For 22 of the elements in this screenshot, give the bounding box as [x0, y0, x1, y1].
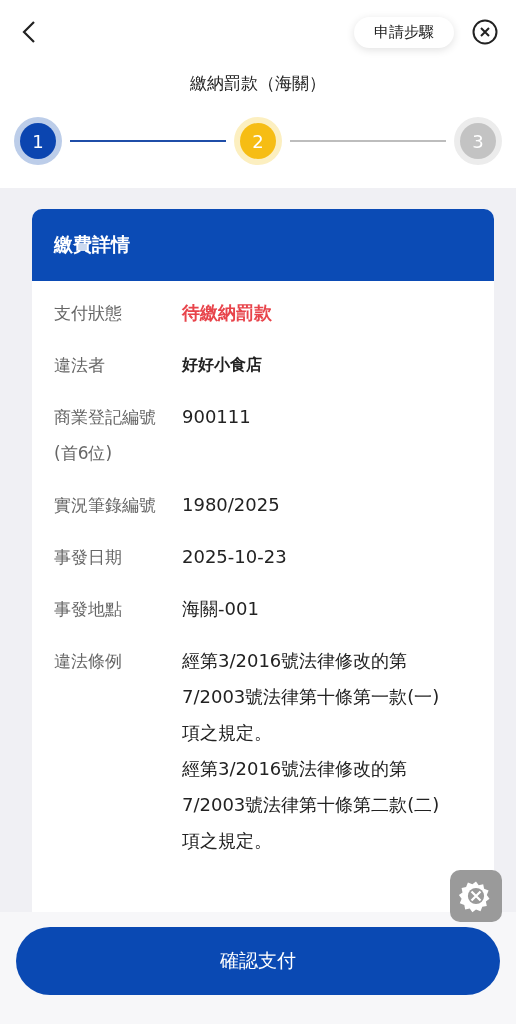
field-value: 待繳納罰款: [182, 301, 273, 325]
field-label: 事發地點: [54, 598, 123, 621]
field-label: 違法條例: [54, 650, 123, 673]
field-value: 好好小食店: [182, 354, 263, 376]
field-label: 商業登記編號(首6位): [54, 406, 157, 465]
field-value: 海關-001: [182, 597, 260, 621]
field-value: 1980/2025: [182, 493, 281, 517]
field-label: 支付狀態: [54, 302, 123, 325]
field-label: 實況筆錄編號: [54, 494, 157, 517]
field-value: 經第3/2016號法律修改的第7/2003號法律第十條第一款(一)項之規定。: [182, 649, 441, 745]
field-value: 2025-10-23: [182, 545, 288, 569]
back-icon[interactable]: [22, 20, 36, 44]
steps-button[interactable]: 申請步驟: [354, 16, 454, 48]
settings-icon[interactable]: [450, 870, 502, 922]
close-icon[interactable]: [472, 19, 498, 45]
field-label: 事發日期: [54, 546, 123, 569]
card-header: 繳費詳情: [32, 209, 494, 281]
field-value: 經第3/2016號法律修改的第7/2003號法律第十條第二款(二)項之規定。: [182, 757, 441, 853]
confirm-button[interactable]: 確認支付: [16, 927, 500, 995]
field-value: 900111: [182, 405, 252, 429]
page-title: 繳納罰款（海關）: [189, 72, 327, 95]
field-label: 違法者: [54, 354, 106, 377]
